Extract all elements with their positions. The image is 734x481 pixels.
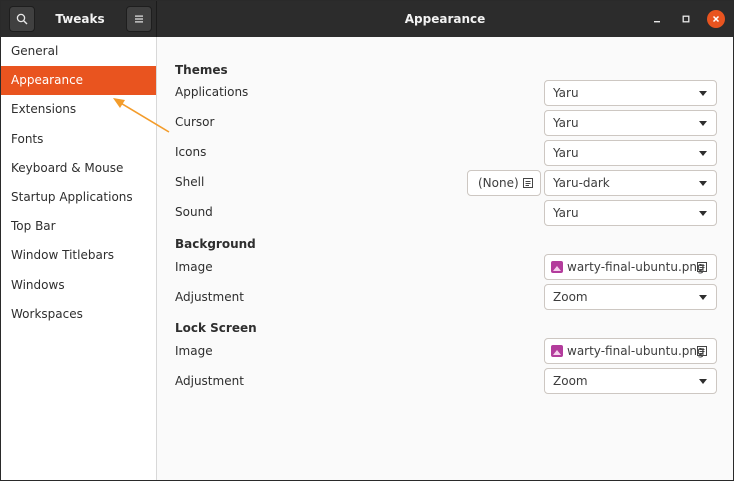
applications-theme-value: Yaru xyxy=(553,86,579,100)
lock-screen-section-title: Lock Screen xyxy=(175,321,257,335)
tweaks-window: Tweaks Appearance General Appearance Ext… xyxy=(0,0,734,481)
icons-theme-value: Yaru xyxy=(553,146,579,160)
menu-button[interactable] xyxy=(126,6,152,32)
appearance-panel: Themes Applications Yaru Cursor Yaru Ico… xyxy=(158,37,733,480)
cursor-theme-combo[interactable]: Yaru xyxy=(544,110,717,136)
chevron-down-icon xyxy=(699,181,707,186)
search-button[interactable] xyxy=(9,6,35,32)
background-image-button[interactable]: warty-final-ubuntu.png xyxy=(544,254,717,280)
lock-screen-adjustment-label: Adjustment xyxy=(175,374,244,388)
background-section-title: Background xyxy=(175,237,256,251)
document-open-icon xyxy=(697,346,707,356)
page-title: Appearance xyxy=(404,12,486,26)
maximize-icon xyxy=(682,15,690,23)
chevron-down-icon xyxy=(699,121,707,126)
lock-screen-adjustment-value: Zoom xyxy=(553,374,588,388)
applications-theme-combo[interactable]: Yaru xyxy=(544,80,717,106)
sidebar-item-window-titlebars[interactable]: Window Titlebars xyxy=(1,241,156,270)
sidebar-item-appearance[interactable]: Appearance xyxy=(1,66,156,96)
sidebar-item-general[interactable]: General xyxy=(1,37,156,66)
icons-theme-combo[interactable]: Yaru xyxy=(544,140,717,166)
chevron-down-icon xyxy=(699,211,707,216)
sidebar-item-top-bar[interactable]: Top Bar xyxy=(1,212,156,241)
lock-screen-image-filename: warty-final-ubuntu.png xyxy=(567,344,705,358)
close-icon xyxy=(712,15,720,23)
maximize-button[interactable] xyxy=(677,10,695,28)
sidebar-item-keyboard-mouse[interactable]: Keyboard & Mouse xyxy=(1,154,156,183)
hamburger-icon xyxy=(135,15,143,23)
sidebar-item-fonts[interactable]: Fonts xyxy=(1,125,156,154)
shell-theme-combo[interactable]: Yaru-dark xyxy=(544,170,717,196)
cursor-theme-value: Yaru xyxy=(553,116,579,130)
minimize-icon xyxy=(654,21,660,23)
shell-theme-value: Yaru-dark xyxy=(553,176,610,190)
shell-label: Shell xyxy=(175,175,205,189)
chevron-down-icon xyxy=(699,91,707,96)
chevron-down-icon xyxy=(699,379,707,384)
lock-screen-adjustment-combo[interactable]: Zoom xyxy=(544,368,717,394)
icons-label: Icons xyxy=(175,145,207,159)
background-image-label: Image xyxy=(175,260,213,274)
sound-theme-value: Yaru xyxy=(553,206,579,220)
lock-screen-image-label: Image xyxy=(175,344,213,358)
chevron-down-icon xyxy=(699,151,707,156)
sidebar-item-extensions[interactable]: Extensions xyxy=(1,95,156,124)
search-icon xyxy=(16,13,28,25)
header-bar: Tweaks Appearance xyxy=(1,1,733,37)
image-file-icon xyxy=(551,345,563,357)
document-open-icon xyxy=(697,262,707,272)
sidebar-item-windows[interactable]: Windows xyxy=(1,271,156,300)
background-adjustment-label: Adjustment xyxy=(175,290,244,304)
background-image-filename: warty-final-ubuntu.png xyxy=(567,260,705,274)
close-button[interactable] xyxy=(707,10,725,28)
app-title: Tweaks xyxy=(55,12,105,26)
themes-section-title: Themes xyxy=(175,63,228,77)
sidebar: General Appearance Extensions Fonts Keyb… xyxy=(1,37,157,480)
shell-file-value: (None) xyxy=(478,176,519,190)
shell-file-button[interactable]: (None) xyxy=(467,170,541,196)
sidebar-item-startup-applications[interactable]: Startup Applications xyxy=(1,183,156,212)
sidebar-item-workspaces[interactable]: Workspaces xyxy=(1,300,156,329)
image-file-icon xyxy=(551,261,563,273)
chevron-down-icon xyxy=(699,295,707,300)
document-open-icon xyxy=(523,178,533,188)
header-left-pane: Tweaks xyxy=(1,1,157,37)
sound-label: Sound xyxy=(175,205,213,219)
background-adjustment-value: Zoom xyxy=(553,290,588,304)
lock-screen-image-button[interactable]: warty-final-ubuntu.png xyxy=(544,338,717,364)
minimize-button[interactable] xyxy=(648,10,666,28)
sound-theme-combo[interactable]: Yaru xyxy=(544,200,717,226)
applications-label: Applications xyxy=(175,85,249,99)
cursor-label: Cursor xyxy=(175,115,215,129)
background-adjustment-combo[interactable]: Zoom xyxy=(544,284,717,310)
